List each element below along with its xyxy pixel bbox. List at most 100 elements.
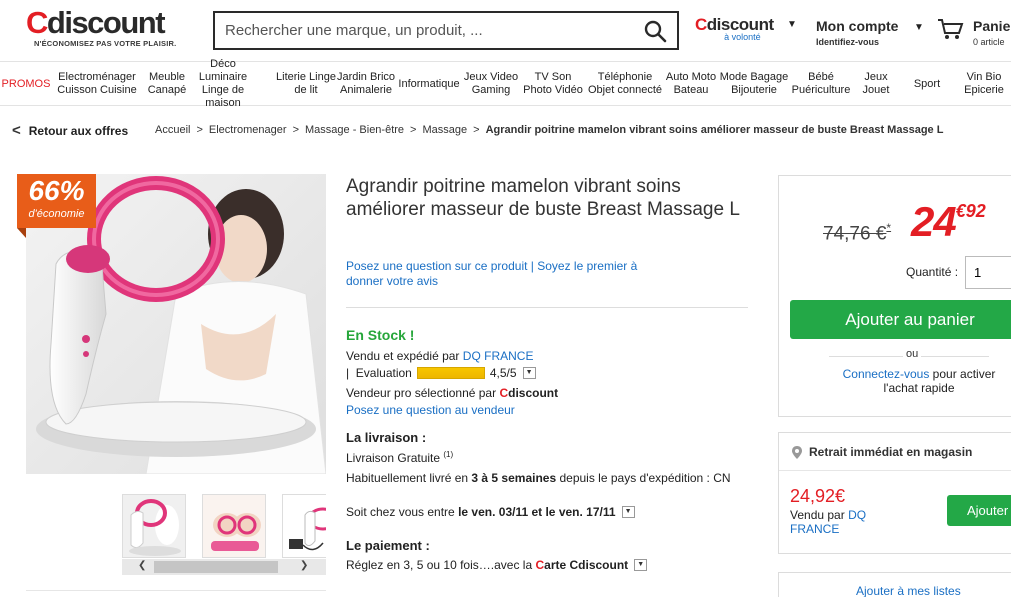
nav-item-vin-bio[interactable]: Vin Bio Epicerie <box>958 62 1010 106</box>
cart-icon[interactable] <box>936 17 964 41</box>
nav-item-bebe[interactable]: Bébé Puériculture <box>788 62 854 106</box>
nav-item-jeux-jouet[interactable]: Jeux Jouet <box>856 62 896 106</box>
brand-rest: discount <box>508 386 559 400</box>
logo-wordmark: Cdiscount <box>26 5 176 40</box>
nav-item-informatique[interactable]: Informatique <box>396 62 462 106</box>
seller-link[interactable]: DQ FRANCE <box>463 349 534 363</box>
search-input[interactable] <box>215 13 625 48</box>
evaluation-score: 4,5/5 <box>489 366 517 380</box>
back-label: Retour aux offres <box>28 124 129 138</box>
payment-title: Le paiement : <box>346 538 430 553</box>
nav-item-promos[interactable]: PROMOS <box>0 62 52 106</box>
breadcrumb-item[interactable]: Electromenager <box>209 124 287 136</box>
volonte-c: C <box>695 15 707 34</box>
cart-link[interactable]: Panier 0 article <box>973 18 1011 47</box>
thumbnail-scrollbar[interactable]: ❮ ❯ <box>122 559 326 575</box>
breadcrumb-separator: > <box>196 124 203 136</box>
account-menu[interactable]: Mon compte Identifiez-vous <box>816 18 898 47</box>
store-seller-prefix: Vendu par <box>790 508 845 522</box>
chevron-right-icon[interactable]: ❯ <box>300 560 308 571</box>
seller-pro-prefix: Vendeur pro sélectionné par <box>346 386 497 400</box>
account-title: Mon compte <box>816 18 899 34</box>
old-price-mark: * <box>886 221 892 235</box>
map-pin-icon <box>792 446 802 459</box>
nav-item-meuble[interactable]: Meuble Canapé <box>142 62 192 106</box>
caret-down-icon[interactable]: ▼ <box>522 367 536 379</box>
nav-item-mode[interactable]: Mode Bagage Bijouterie <box>716 62 792 106</box>
delivery-date-prefix: Soit chez vous entre <box>346 505 455 519</box>
discount-label: d'économie <box>28 208 85 220</box>
nav-item-electromenager[interactable]: Electroménager Cuisson Cuisine <box>54 62 140 106</box>
account-sub: Identifiez-vous <box>816 37 880 47</box>
card-c: C <box>535 558 545 572</box>
ask-seller-link[interactable]: Posez une question au vendeur <box>346 403 515 417</box>
logo-c: C <box>26 5 48 40</box>
cdiscount-a-volonte[interactable]: Cdiscount à volonté ▼ <box>695 16 797 42</box>
breadcrumb-item[interactable]: Massage - Bien-être <box>305 124 404 136</box>
add-to-lists-box: Ajouter à mes listes <box>778 572 1011 597</box>
sold-by-prefix: Vendu et expédié par <box>346 349 460 363</box>
cdiscount-logo[interactable]: Cdiscount N'ÉCONOMISEZ PAS VOTRE PLAISIR… <box>26 5 176 48</box>
nav-item-deco[interactable]: Déco Luminaire Linge de maison <box>194 58 252 109</box>
caret-down-icon[interactable]: ▼ <box>621 506 635 518</box>
nav-item-auto-moto[interactable]: Auto Moto Bateau <box>662 62 720 106</box>
store-price: 24,92€ <box>790 486 846 506</box>
payment-prefix: Réglez en 3, 5 ou 10 fois….avec la <box>346 558 533 572</box>
delivery-footnote: (1) <box>443 450 454 459</box>
payment-text: Réglez en 3, 5 ou 10 fois….avec la Carte… <box>346 558 648 572</box>
chevron-left-icon: < <box>12 122 21 139</box>
volonte-wordmark: Cdiscount <box>695 16 774 33</box>
thumbnail-1[interactable] <box>122 494 186 558</box>
caret-down-icon[interactable]: ▼ <box>914 22 924 33</box>
card-rest: arte Cdiscount <box>544 558 629 572</box>
seller-pro-brand: Cdiscount <box>499 386 558 400</box>
breadcrumb-item[interactable]: Massage <box>422 124 467 136</box>
delivery-time: Habituellement livré en 3 à 5 semaines d… <box>346 470 756 487</box>
nav-item-literie[interactable]: Literie Linge de lit <box>275 62 337 106</box>
delivery-date-range: le ven. 03/11 et le ven. 17/11 <box>458 505 616 519</box>
pipe-separator: | <box>346 366 356 380</box>
store-add-button[interactable]: Ajouter <box>947 495 1011 526</box>
nav-item-telephonie[interactable]: Téléphonie Objet connecté <box>585 62 665 106</box>
thumbnail-image <box>123 495 185 557</box>
nav-item-jardin[interactable]: Jardin Brico Animalerie <box>334 62 398 106</box>
store-pickup-header: Retrait immédiat en magasin <box>779 433 1011 471</box>
delivery-time-prefix: Habituellement livré en <box>346 471 469 485</box>
evaluation-bar <box>416 367 485 379</box>
divider <box>346 307 748 308</box>
quantity-input[interactable] <box>965 256 1011 289</box>
nav-item-jeux-video[interactable]: Jeux Video Gaming <box>461 62 521 106</box>
caret-down-icon[interactable]: ▼ <box>787 19 797 30</box>
chevron-left-icon[interactable]: ❮ <box>138 560 146 571</box>
nav-item-sport[interactable]: Sport <box>900 62 954 106</box>
back-to-offers-link[interactable]: < Retour aux offres <box>12 122 128 139</box>
add-to-lists-link[interactable]: Ajouter à mes listes <box>856 584 961 597</box>
add-to-cart-button[interactable]: Ajouter au panier <box>790 300 1011 339</box>
thumbnail-2[interactable] <box>202 494 266 558</box>
old-price-value: 74,76 € <box>823 223 887 245</box>
price-int: 24 <box>911 198 957 245</box>
evaluation-label: Evaluation <box>355 366 412 380</box>
caret-down-icon[interactable]: ▼ <box>634 559 648 571</box>
breadcrumb-separator: > <box>410 124 417 136</box>
sold-by-line: Vendu et expédié par DQ FRANCE <box>346 349 533 363</box>
store-pickup-box: Retrait immédiat en magasin 24,92€ Vendu… <box>778 432 1011 554</box>
thumbnail-3[interactable] <box>282 494 326 558</box>
breadcrumb-current: Agrandir poitrine mamelon vibrant soins … <box>485 124 944 136</box>
ask-question-link[interactable]: Posez une question sur ce produit <box>346 259 527 273</box>
breadcrumb-item[interactable]: Accueil <box>155 124 190 136</box>
breadcrumb-separator: > <box>473 124 480 136</box>
quick-buy-text: Connectez-vous pour activer l'achat rapi… <box>829 367 1009 395</box>
old-price: 74,76 €* <box>823 221 891 245</box>
scrollbar-thumb[interactable] <box>154 561 278 573</box>
link-separator: | <box>527 259 538 273</box>
connect-link[interactable]: Connectez-vous <box>843 367 930 381</box>
discount-percent: 66% <box>28 175 85 206</box>
delivery-time-suffix: depuis le pays d'expédition : CN <box>559 471 731 485</box>
seller-evaluation: | Evaluation 4,5/5 ▼ <box>346 366 536 380</box>
breadcrumb: Accueil > Electromenager > Massage - Bien-êt… <box>155 124 943 136</box>
seller-pro-line: Vendeur pro sélectionné par Cdiscount <box>346 386 558 400</box>
nav-item-tv-son[interactable]: TV Son Photo Vidéo <box>521 62 585 106</box>
magnifier-icon[interactable] <box>643 19 667 43</box>
breadcrumb-separator: > <box>292 124 299 136</box>
